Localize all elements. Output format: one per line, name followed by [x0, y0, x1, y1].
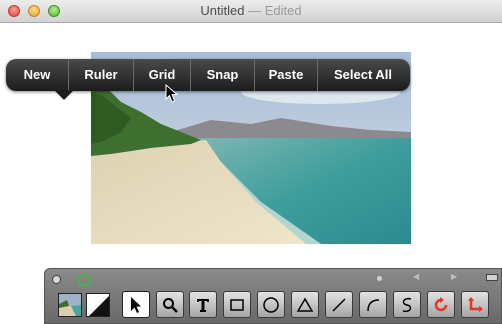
triangle-tool[interactable]: [291, 291, 319, 318]
triangle-icon: [296, 297, 314, 312]
snap-button[interactable]: Snap: [191, 59, 254, 91]
rotate-icon: [434, 296, 448, 311]
text-tool[interactable]: [189, 291, 217, 318]
palette-close-button[interactable]: [52, 275, 61, 284]
ellipse-tool[interactable]: [257, 291, 285, 318]
previous-page-arrow-icon[interactable]: ◀: [413, 272, 419, 281]
rectangle-icon: [230, 298, 244, 311]
text-t-icon: [197, 298, 209, 312]
page-indicator-dot: [377, 276, 382, 281]
arrow-icon: [131, 296, 141, 313]
crop-tool[interactable]: [461, 291, 489, 318]
window-title: Untitled — Edited: [0, 0, 502, 22]
line-tool[interactable]: [325, 291, 353, 318]
menu-pointer: [54, 90, 74, 100]
crop-arrows-icon: [468, 296, 483, 312]
arrow-tool[interactable]: [122, 291, 150, 318]
paste-button[interactable]: Paste: [255, 59, 317, 91]
select-all-button[interactable]: Select All: [318, 59, 408, 91]
accessibility-icon[interactable]: [78, 274, 91, 287]
edited-status: — Edited: [248, 3, 302, 18]
arc-icon: [367, 298, 380, 311]
fill-swatch[interactable]: [58, 293, 82, 317]
tool-palette: ◀ ▶: [44, 268, 502, 324]
next-page-arrow-icon[interactable]: ▶: [451, 272, 457, 281]
document-name: Untitled: [200, 3, 245, 18]
stroke-fill-swatch[interactable]: [86, 293, 110, 317]
s-curve-icon: [402, 297, 412, 312]
circle-icon: [263, 296, 279, 313]
magnifier-icon: [163, 297, 178, 313]
new-button[interactable]: New: [6, 59, 68, 91]
line-icon: [332, 297, 346, 312]
color-split-icon: [87, 294, 109, 316]
canvas-context-menu: New Ruler Grid Snap Paste Select All: [6, 59, 410, 91]
zoom-tool[interactable]: [156, 291, 184, 318]
curve-tool[interactable]: [393, 291, 421, 318]
mouse-cursor-icon: [165, 83, 179, 109]
rectangle-tool[interactable]: [223, 291, 251, 318]
photo-thumbnail-icon: [59, 294, 81, 316]
title-bar: Untitled — Edited: [0, 0, 502, 23]
ruler-button[interactable]: Ruler: [69, 59, 133, 91]
grid-button[interactable]: Grid: [134, 59, 190, 91]
palette-collapse-button[interactable]: [486, 274, 498, 281]
rotate-tool[interactable]: [427, 291, 455, 318]
arc-tool[interactable]: [359, 291, 387, 318]
